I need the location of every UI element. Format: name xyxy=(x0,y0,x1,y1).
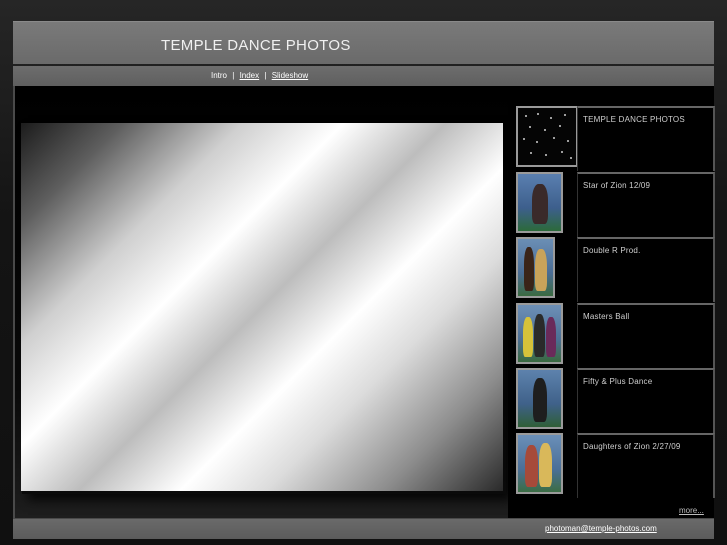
site-footer: photoman@temple-photos.com xyxy=(13,519,714,539)
album-thumbnail[interactable] xyxy=(516,368,563,429)
nav-intro: Intro xyxy=(211,71,228,80)
main-content: TEMPLE DANCE PHOTOS Star of Zion 12/09 D… xyxy=(13,86,715,519)
nav-separator: | xyxy=(264,71,267,80)
album-sidebar: TEMPLE DANCE PHOTOS Star of Zion 12/09 D… xyxy=(508,86,715,518)
album-label-box[interactable]: TEMPLE DANCE PHOTOS xyxy=(577,106,715,171)
album-label[interactable]: Double R Prod. xyxy=(583,246,641,255)
album-label-box[interactable]: Daughters of Zion 2/27/09 xyxy=(577,433,715,498)
site-header: TEMPLE DANCE PHOTOS xyxy=(13,21,714,64)
album-label[interactable]: TEMPLE DANCE PHOTOS xyxy=(583,115,685,124)
starfield-thumbnail-image xyxy=(523,113,572,159)
album-label[interactable]: Masters Ball xyxy=(583,312,629,321)
album-item[interactable]: Masters Ball xyxy=(508,303,715,368)
album-thumbnail[interactable] xyxy=(516,172,563,233)
album-item[interactable]: Daughters of Zion 2/27/09 xyxy=(508,433,715,498)
album-label-box[interactable]: Masters Ball xyxy=(577,303,715,368)
album-thumbnail[interactable] xyxy=(516,106,578,167)
site-title: TEMPLE DANCE PHOTOS xyxy=(161,37,351,54)
album-item[interactable]: TEMPLE DANCE PHOTOS xyxy=(508,106,715,171)
album-thumbnail[interactable] xyxy=(516,237,555,298)
album-label-box[interactable]: Star of Zion 12/09 xyxy=(577,172,715,237)
contact-email-link[interactable]: photoman@temple-photos.com xyxy=(545,524,657,533)
dancer-figure xyxy=(535,249,547,291)
album-thumbnail[interactable] xyxy=(516,303,563,364)
dancer-figure xyxy=(523,317,533,357)
album-label[interactable]: Star of Zion 12/09 xyxy=(583,181,650,190)
nav-index-link[interactable]: Index xyxy=(240,71,260,80)
dancer-figure xyxy=(546,317,556,357)
nav-bar: Intro | Index | Slideshow xyxy=(13,66,714,86)
nav-separator: | xyxy=(232,71,235,80)
album-label[interactable]: Fifty & Plus Dance xyxy=(583,377,652,386)
album-label-box[interactable]: Double R Prod. xyxy=(577,237,715,302)
album-item[interactable]: Double R Prod. xyxy=(508,237,715,302)
more-albums-link[interactable]: more... xyxy=(679,506,704,515)
dancer-figure xyxy=(539,443,552,487)
album-label[interactable]: Daughters of Zion 2/27/09 xyxy=(583,442,681,451)
main-photo[interactable] xyxy=(21,123,503,491)
dancer-figure xyxy=(532,184,548,224)
dancer-figure xyxy=(524,247,534,291)
dancer-figure xyxy=(533,378,547,422)
album-item[interactable]: Fifty & Plus Dance xyxy=(508,368,715,433)
album-item[interactable]: Star of Zion 12/09 xyxy=(508,172,715,237)
dancer-figure xyxy=(525,445,538,487)
dancer-figure xyxy=(534,314,545,357)
album-label-box[interactable]: Fifty & Plus Dance xyxy=(577,368,715,433)
nav-links: Intro | Index | Slideshow xyxy=(211,71,308,80)
photo-stage xyxy=(15,86,508,518)
album-thumbnail[interactable] xyxy=(516,433,563,494)
nav-slideshow-link[interactable]: Slideshow xyxy=(272,71,308,80)
